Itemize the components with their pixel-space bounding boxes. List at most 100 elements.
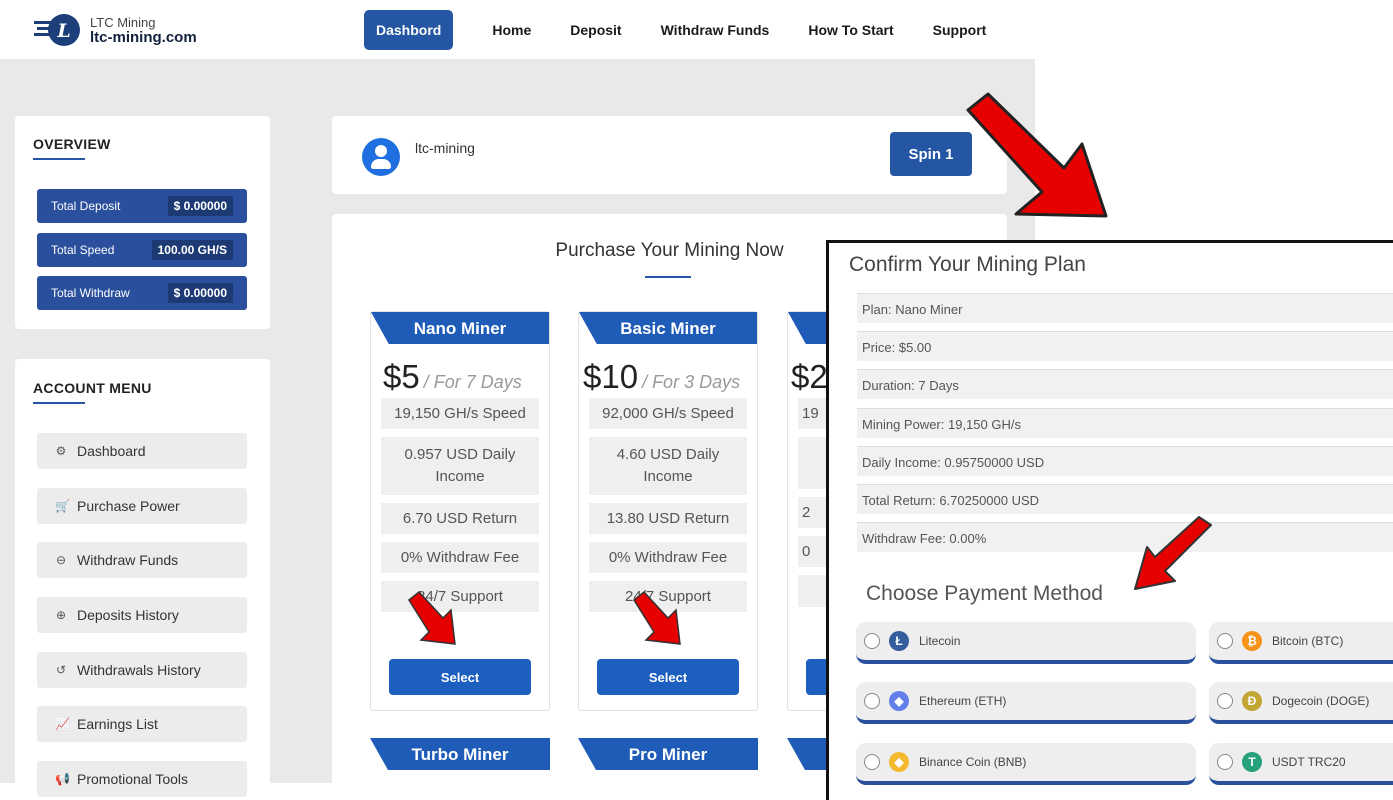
stat-label: Total Speed bbox=[51, 243, 115, 257]
menu-label: Withdraw Funds bbox=[77, 552, 179, 568]
username: ltc-mining bbox=[415, 140, 475, 156]
litecoin-logo-icon: L bbox=[34, 12, 82, 48]
plan-name: Nano Miner bbox=[413, 319, 507, 338]
menu-label: Deposits History bbox=[77, 607, 179, 623]
logo[interactable]: L LTC Mining ltc-mining.com bbox=[34, 12, 197, 48]
overview-title: OVERVIEW bbox=[33, 136, 111, 152]
payment-option-bnb[interactable]: ◆ Binance Coin (BNB) bbox=[856, 743, 1196, 785]
ethereum-icon: ◆ bbox=[889, 691, 909, 711]
menu-promotional-tools[interactable]: 📢 Promotional Tools bbox=[37, 761, 247, 797]
litecoin-icon: Ł bbox=[889, 631, 909, 651]
overview-card: OVERVIEW Total Deposit $ 0.00000 Total S… bbox=[15, 116, 270, 329]
dogecoin-icon: Ð bbox=[1242, 691, 1262, 711]
payment-label: Ethereum (ETH) bbox=[919, 694, 1007, 708]
stat-total-speed: Total Speed 100.00 GH/S bbox=[37, 233, 247, 267]
pointer-arrow-icon bbox=[633, 590, 681, 645]
payment-option-dogecoin[interactable]: Ð Dogecoin (DOGE) bbox=[1209, 682, 1393, 724]
account-menu-underline bbox=[33, 402, 85, 404]
radio-button[interactable] bbox=[1217, 693, 1233, 709]
confirm-plan-panel: Confirm Your Mining Plan Plan: Nano Mine… bbox=[826, 240, 1393, 800]
brand-tagline: LTC Mining bbox=[90, 15, 156, 30]
nav-deposit[interactable]: Deposit bbox=[570, 10, 621, 50]
history-icon: ↺ bbox=[55, 663, 67, 677]
plan-feature: 0% Withdraw Fee bbox=[589, 542, 747, 573]
confirm-row-daily-income: Daily Income: 0.95750000 USD bbox=[857, 446, 1393, 476]
pointer-arrow-icon bbox=[408, 590, 456, 645]
nav-support[interactable]: Support bbox=[933, 10, 987, 50]
payment-label: Bitcoin (BTC) bbox=[1272, 634, 1344, 648]
menu-withdraw-funds[interactable]: ⊖ Withdraw Funds bbox=[37, 542, 247, 578]
payment-option-bitcoin[interactable]: ₿ Bitcoin (BTC) bbox=[1209, 622, 1393, 664]
bnb-icon: ◆ bbox=[889, 752, 909, 772]
plans-underline bbox=[645, 276, 691, 278]
plan-card-pro: Pro Miner bbox=[578, 738, 758, 798]
plan-card-nano: Nano Miner $5/ For 7 Days 19,150 GH/s Sp… bbox=[370, 311, 550, 711]
svg-text:L: L bbox=[56, 20, 70, 42]
menu-label: Withdrawals History bbox=[77, 662, 201, 678]
confirm-row-total-return: Total Return: 6.70250000 USD bbox=[857, 484, 1393, 514]
payment-label: Dogecoin (DOGE) bbox=[1272, 694, 1370, 708]
menu-withdrawals-history[interactable]: ↺ Withdrawals History bbox=[37, 652, 247, 688]
account-menu-card: ACCOUNT MENU ⚙ Dashboard 🛒 Purchase Powe… bbox=[15, 359, 270, 799]
select-basic-button[interactable]: Select bbox=[597, 659, 739, 695]
plan-card-basic: Basic Miner $10/ For 3 Days 92,000 GH/s … bbox=[578, 311, 758, 711]
main-nav: Dashbord Home Deposit Withdraw Funds How… bbox=[364, 10, 1025, 50]
stat-total-withdraw: Total Withdraw $ 0.00000 bbox=[37, 276, 247, 310]
payment-option-usdt[interactable]: T USDT TRC20 bbox=[1209, 743, 1393, 785]
withdraw-icon: ⊖ bbox=[55, 553, 67, 567]
confirm-title: Confirm Your Mining Plan bbox=[849, 253, 1086, 276]
select-nano-button[interactable]: Select bbox=[389, 659, 531, 695]
payment-label: Litecoin bbox=[919, 634, 961, 648]
payment-option-litecoin[interactable]: Ł Litecoin bbox=[856, 622, 1196, 664]
plan-feature: 19,150 GH/s Speed bbox=[381, 398, 539, 429]
plan-price: $2 bbox=[791, 358, 828, 395]
radio-button[interactable] bbox=[864, 633, 880, 649]
radio-button[interactable] bbox=[864, 754, 880, 770]
menu-deposits-history[interactable]: ⊕ Deposits History bbox=[37, 597, 247, 633]
stat-value: $ 0.00000 bbox=[167, 283, 233, 303]
plan-period: / For 7 Days bbox=[423, 372, 522, 392]
profile-card: ltc-mining Spin 1 bbox=[332, 116, 1007, 194]
confirm-row-withdraw-fee: Withdraw Fee: 0.00% bbox=[857, 522, 1393, 552]
bitcoin-icon: ₿ bbox=[1242, 631, 1262, 651]
confirm-row-mining-power: Mining Power: 19,150 GH/s bbox=[857, 408, 1393, 438]
payment-label: Binance Coin (BNB) bbox=[919, 755, 1027, 769]
menu-label: Purchase Power bbox=[77, 498, 180, 514]
plan-feature: 13.80 USD Return bbox=[589, 503, 747, 534]
radio-button[interactable] bbox=[1217, 754, 1233, 770]
payment-method-title: Choose Payment Method bbox=[866, 582, 1103, 605]
menu-dashboard[interactable]: ⚙ Dashboard bbox=[37, 433, 247, 469]
large-pointer-arrow-icon bbox=[966, 92, 1108, 218]
user-avatar-icon bbox=[362, 138, 400, 176]
brand-name: ltc-mining.com bbox=[90, 29, 197, 46]
plan-feature: 6.70 USD Return bbox=[381, 503, 539, 534]
stat-total-deposit: Total Deposit $ 0.00000 bbox=[37, 189, 247, 223]
confirm-row-duration: Duration: 7 Days bbox=[857, 369, 1393, 399]
deposit-icon: ⊕ bbox=[55, 608, 67, 622]
stat-label: Total Withdraw bbox=[51, 286, 130, 300]
nav-home[interactable]: Home bbox=[492, 10, 531, 50]
plan-period: / For 3 Days bbox=[642, 372, 741, 392]
nav-dashboard[interactable]: Dashbord bbox=[364, 10, 454, 50]
confirm-row-price: Price: $5.00 bbox=[857, 331, 1393, 361]
stat-label: Total Deposit bbox=[51, 199, 121, 213]
radio-button[interactable] bbox=[864, 693, 880, 709]
chart-icon: 📈 bbox=[55, 717, 70, 731]
plan-name: Turbo Miner bbox=[411, 745, 509, 764]
stat-value: 100.00 GH/S bbox=[151, 240, 233, 260]
megaphone-icon: 📢 bbox=[55, 772, 70, 786]
stat-value: $ 0.00000 bbox=[167, 196, 233, 216]
pointer-arrow-icon bbox=[1134, 516, 1212, 590]
plan-price: $5 bbox=[383, 358, 420, 395]
menu-label: Earnings List bbox=[77, 716, 158, 732]
menu-earnings-list[interactable]: 📈 Earnings List bbox=[37, 706, 247, 742]
confirm-row-plan: Plan: Nano Miner bbox=[857, 293, 1393, 323]
payment-option-ethereum[interactable]: ◆ Ethereum (ETH) bbox=[856, 682, 1196, 724]
radio-button[interactable] bbox=[1217, 633, 1233, 649]
menu-purchase-power[interactable]: 🛒 Purchase Power bbox=[37, 488, 247, 524]
nav-withdraw-funds[interactable]: Withdraw Funds bbox=[661, 10, 770, 50]
plan-feature: 4.60 USD Daily Income bbox=[589, 437, 747, 495]
plan-name: Basic Miner bbox=[620, 319, 716, 338]
menu-label: Dashboard bbox=[77, 443, 146, 459]
nav-how-to-start[interactable]: How To Start bbox=[808, 10, 893, 50]
